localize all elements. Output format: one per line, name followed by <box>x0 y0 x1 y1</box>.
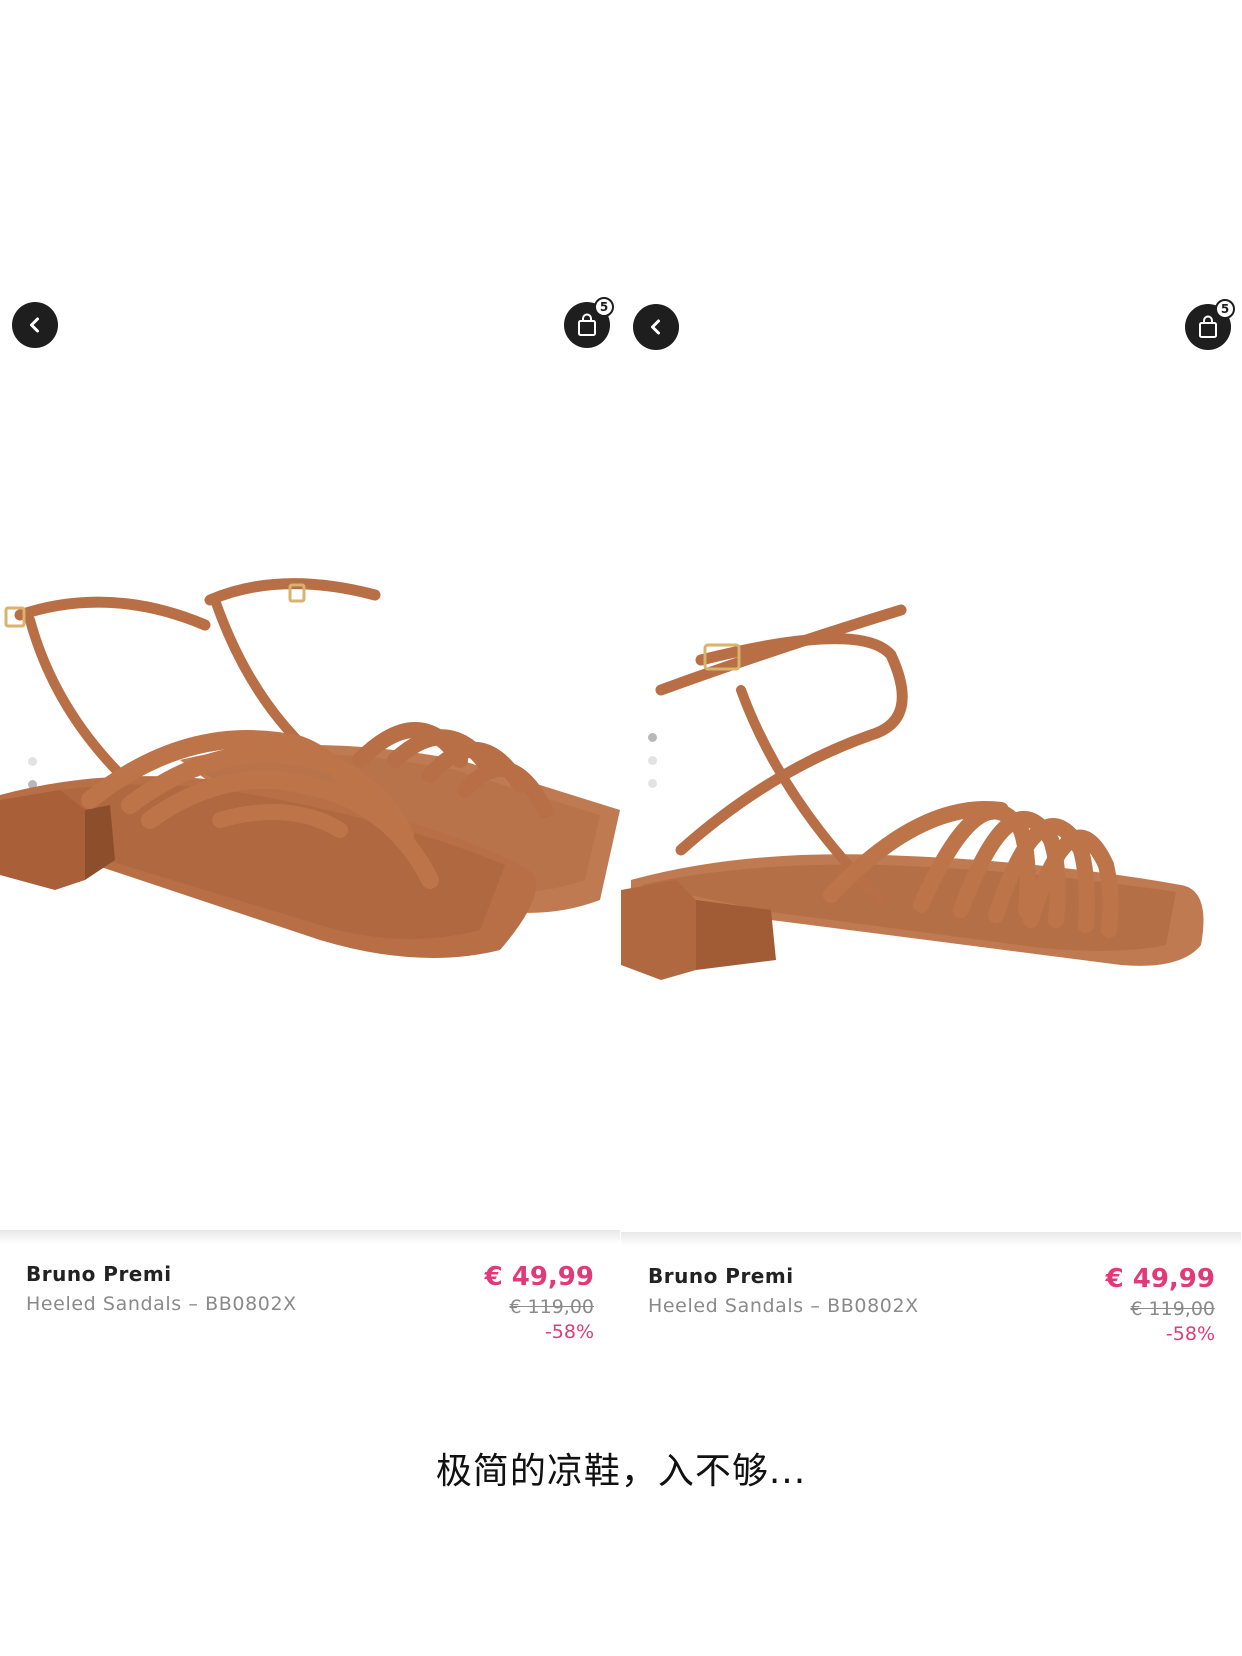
screenshot-collage: 5 Bruno Premi Heeled Sandals – BB0802X €… <box>0 0 1242 1656</box>
product-discount-badge: -58% <box>544 1321 594 1343</box>
product-brand[interactable]: Bruno Premi <box>648 1264 794 1288</box>
chevron-left-icon <box>651 319 660 335</box>
chevron-left-icon <box>30 317 39 333</box>
product-image-sandal-pair[interactable] <box>0 560 620 1160</box>
cart-button[interactable]: 5 <box>1185 299 1235 350</box>
section-divider <box>621 1232 1241 1246</box>
product-discount-badge: -58% <box>1165 1323 1215 1345</box>
cart-count-badge: 5 <box>594 297 614 317</box>
product-price: € 49,99 <box>1105 1264 1215 1294</box>
product-panel-right: 5 Bruno Premi Heeled Sandals – BB0802X €… <box>621 0 1241 1360</box>
product-old-price: € 119,00 <box>509 1296 594 1318</box>
shopping-bag-icon <box>1199 315 1217 338</box>
product-old-price: € 119,00 <box>1130 1298 1215 1320</box>
back-button[interactable] <box>633 304 679 350</box>
product-subtitle[interactable]: Heeled Sandals – BB0802X <box>648 1295 919 1317</box>
product-image-sandal-side[interactable] <box>621 600 1241 1200</box>
back-button[interactable] <box>12 302 58 348</box>
cart-count-badge: 5 <box>1215 299 1235 319</box>
product-subtitle[interactable]: Heeled Sandals – BB0802X <box>26 1293 297 1315</box>
section-divider <box>0 1230 620 1244</box>
product-price: € 49,99 <box>484 1262 594 1292</box>
cart-button[interactable]: 5 <box>564 297 614 348</box>
product-panel-left: 5 Bruno Premi Heeled Sandals – BB0802X €… <box>0 0 620 1360</box>
caption-text: 极简的凉鞋，入不够... <box>435 1451 807 1492</box>
shopping-bag-icon <box>578 313 596 336</box>
product-brand[interactable]: Bruno Premi <box>26 1262 172 1286</box>
